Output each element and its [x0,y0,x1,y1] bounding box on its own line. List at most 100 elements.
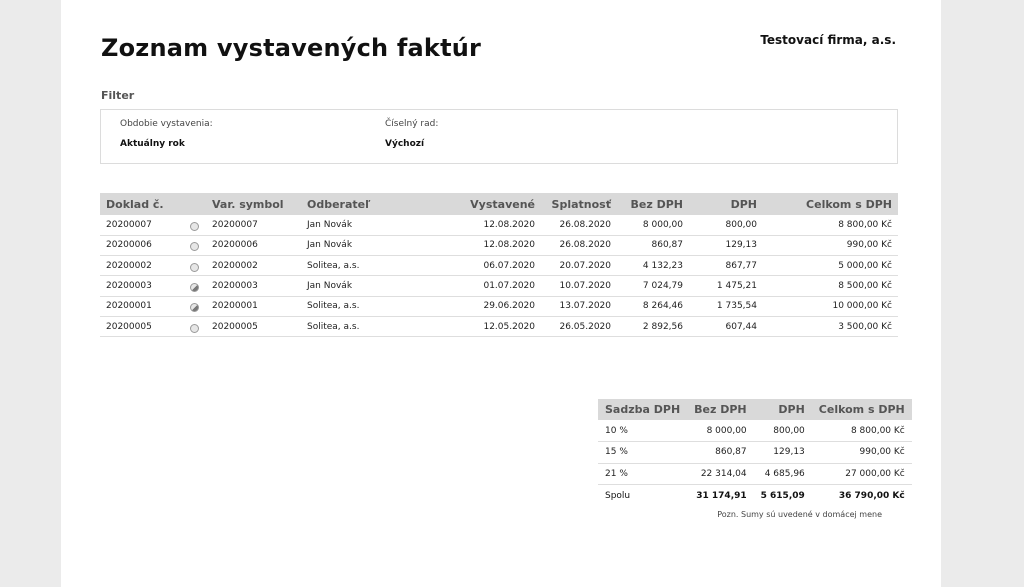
sum-net: 8 000,00 [687,420,754,442]
issued-date: 12.05.2020 [415,316,541,338]
total-amount: 8 800,00 Kč [763,215,898,236]
table-row[interactable]: 20200005 20200005 Solitea, a.s. 12.05.20… [100,316,898,338]
sum-net: 22 314,04 [687,463,754,485]
col-issued[interactable]: Vystavené [415,193,541,215]
summary-row: 21 % 22 314,04 4 685,96 27 000,00 Kč [598,463,912,485]
issued-date: 06.07.2020 [415,255,541,277]
vat-rate: 15 % [598,441,688,464]
col-sum-net: Bez DPH [687,399,754,420]
table-row[interactable]: 20200007 20200007 Jan Novák 12.08.2020 2… [100,215,898,236]
status-unpaid-icon [190,262,199,272]
total-amount: 990,00 Kč [763,235,898,257]
var-symbol: 20200005 [206,316,301,338]
vat-amount: 867,77 [689,255,763,277]
sum-total: 990,00 Kč [811,441,912,464]
sum-vat: 129,13 [753,441,812,464]
summary-row: 10 % 8 000,00 800,00 8 800,00 Kč [598,420,912,442]
invoice-table: Doklad č. Var. symbol Odberateľ Vystaven… [100,193,898,338]
due-date: 26.08.2020 [541,235,617,257]
net-amount: 4 132,23 [617,255,689,277]
net-amount: 7 024,79 [617,275,689,297]
col-due[interactable]: Splatnosť [541,193,617,215]
period-label: Obdobie vystavenia: [120,119,213,129]
sum-vat: 800,00 [753,420,812,442]
summary-row: 15 % 860,87 129,13 990,00 Kč [598,441,912,464]
vat-amount: 129,13 [689,235,763,257]
grand-vat: 5 615,09 [760,490,805,501]
invoice-table-header: Doklad č. Var. symbol Odberateľ Vystaven… [100,193,898,215]
summary-total-row: Spolu 31 174,91 5 615,09 36 790,00 Kč [598,485,912,507]
customer: Solitea, a.s. [301,316,415,338]
vat-summary-table: Sadzba DPH Bez DPH DPH Celkom s DPH 10 %… [598,399,912,506]
net-amount: 2 892,56 [617,316,689,338]
var-symbol: 20200002 [206,255,301,277]
due-date: 20.07.2020 [541,255,617,277]
col-vat[interactable]: DPH [689,193,763,215]
status-unpaid-icon [190,323,199,333]
report-page: Zoznam vystavených faktúr Testovací firm… [61,0,941,587]
customer: Jan Novák [301,215,415,236]
net-amount: 860,87 [617,235,689,257]
vat-amount: 1 735,54 [689,296,763,317]
status-partial-icon [190,303,199,313]
issued-date: 29.06.2020 [415,296,541,317]
status-partial-icon [190,283,199,293]
filter-box: Obdobie vystavenia: Aktuálny rok Číselný… [100,109,898,164]
sum-net: 860,87 [687,441,754,464]
col-net[interactable]: Bez DPH [617,193,689,215]
vat-amount: 607,44 [689,316,763,338]
due-date: 26.08.2020 [541,215,617,236]
table-row[interactable]: 20200002 20200002 Solitea, a.s. 06.07.20… [100,255,898,277]
vat-amount: 1 475,21 [689,275,763,297]
vat-rate: 21 % [598,463,688,485]
col-sum-total: Celkom s DPH [811,399,912,420]
vat-amount: 800,00 [689,215,763,236]
col-doc[interactable]: Doklad č. [100,193,183,215]
vat-rate: 10 % [598,420,688,442]
page-title: Zoznam vystavených faktúr [101,34,482,62]
col-vat-rate: Sadzba DPH [598,399,688,420]
doc-number: 20200003 [100,275,183,297]
doc-number: 20200006 [100,235,183,257]
issued-date: 01.07.2020 [415,275,541,297]
total-label: Spolu [605,490,631,501]
col-total[interactable]: Celkom s DPH [763,193,898,215]
filter-heading: Filter [101,89,135,102]
issued-date: 12.08.2020 [415,215,541,236]
col-sum-vat: DPH [753,399,812,420]
doc-number: 20200002 [100,255,183,277]
table-row[interactable]: 20200006 20200006 Jan Novák 12.08.2020 2… [100,235,898,257]
grand-total: 36 790,00 Kč [838,490,905,501]
series-label: Číselný rad: [385,119,439,129]
table-row[interactable]: 20200003 20200003 Jan Novák 01.07.2020 1… [100,275,898,297]
currency-note: Pozn. Sumy sú uvedené v domácej mene [717,510,882,519]
customer: Solitea, a.s. [301,255,415,277]
table-row[interactable]: 20200001 20200001 Solitea, a.s. 29.06.20… [100,296,898,317]
col-customer[interactable]: Odberateľ [301,193,415,215]
total-amount: 3 500,00 Kč [763,316,898,338]
due-date: 13.07.2020 [541,296,617,317]
status-unpaid-icon [190,221,199,231]
due-date: 26.05.2020 [541,316,617,338]
due-date: 10.07.2020 [541,275,617,297]
customer: Jan Novák [301,275,415,297]
col-status [183,193,206,215]
grand-net: 31 174,91 [696,490,747,501]
issued-date: 12.08.2020 [415,235,541,257]
sum-vat: 4 685,96 [753,463,812,485]
var-symbol: 20200006 [206,235,301,257]
col-var-symbol[interactable]: Var. symbol [206,193,301,215]
net-amount: 8 264,46 [617,296,689,317]
customer: Jan Novák [301,235,415,257]
var-symbol: 20200007 [206,215,301,236]
doc-number: 20200005 [100,316,183,338]
customer: Solitea, a.s. [301,296,415,317]
sum-total: 27 000,00 Kč [811,463,912,485]
period-value: Aktuálny rok [120,139,185,149]
net-amount: 8 000,00 [617,215,689,236]
var-symbol: 20200003 [206,275,301,297]
summary-header: Sadzba DPH Bez DPH DPH Celkom s DPH [598,399,912,420]
sum-total: 8 800,00 Kč [811,420,912,442]
total-amount: 5 000,00 Kč [763,255,898,277]
series-value: Výchozí [385,139,425,149]
